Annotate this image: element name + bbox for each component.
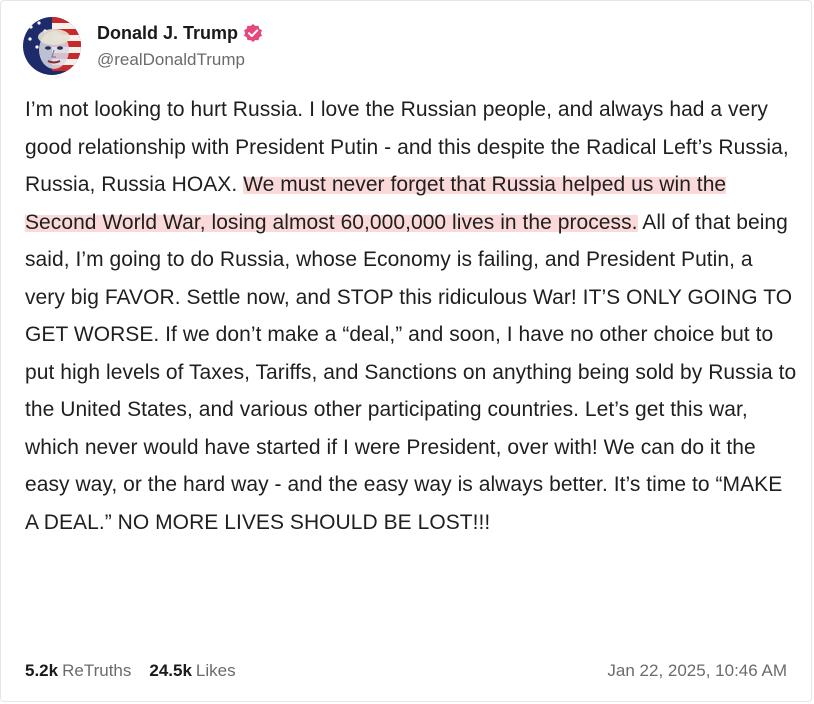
post-card: Donald J. Trump @realDonaldTrump I’m not… <box>0 0 812 702</box>
display-name[interactable]: Donald J. Trump <box>97 23 238 44</box>
likes-count: 24.5k <box>149 661 192 680</box>
retruths-stat[interactable]: 5.2k ReTruths <box>25 661 131 681</box>
verified-badge-icon <box>243 23 263 43</box>
author-block: Donald J. Trump @realDonaldTrump <box>97 23 263 70</box>
post-timestamp[interactable]: Jan 22, 2025, 10:46 AM <box>607 661 787 681</box>
avatar[interactable] <box>23 17 81 75</box>
retruths-count: 5.2k <box>25 661 59 680</box>
likes-stat[interactable]: 24.5k Likes <box>149 661 235 681</box>
post-body: I’m not looking to hurt Russia. I love t… <box>25 91 797 541</box>
post-text-after: All of that being said, I’m going to do … <box>25 210 797 534</box>
retruths-label: ReTruths <box>62 661 132 680</box>
post-footer: 5.2k ReTruths 24.5k Likes Jan 22, 2025, 10… <box>25 661 787 681</box>
post-stats: 5.2k ReTruths 24.5k Likes <box>25 661 236 681</box>
likes-label: Likes <box>195 661 236 680</box>
avatar-image <box>23 17 81 75</box>
post-header: Donald J. Trump @realDonaldTrump <box>23 17 263 75</box>
handle[interactable]: @realDonaldTrump <box>97 50 263 70</box>
name-row: Donald J. Trump <box>97 23 263 44</box>
